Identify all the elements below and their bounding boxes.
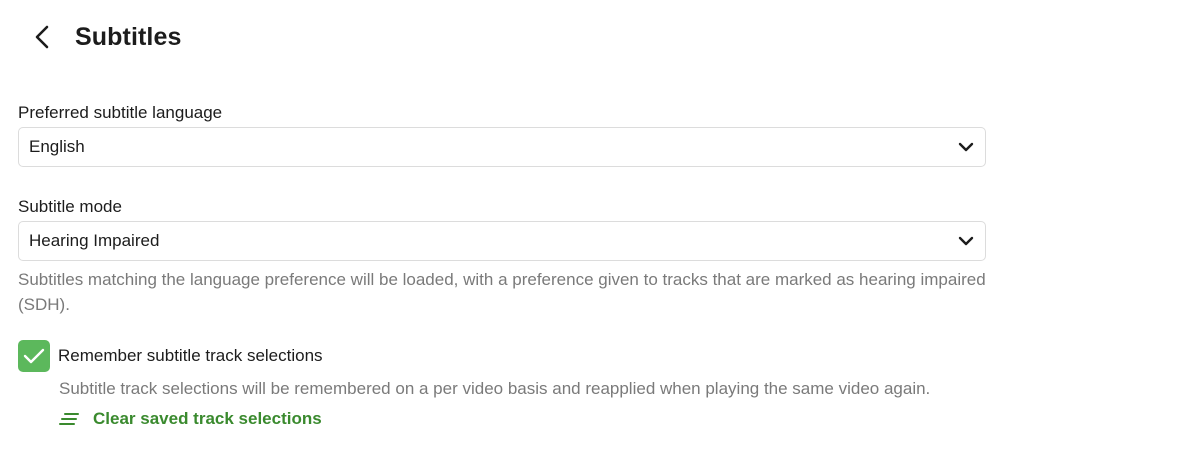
mode-select[interactable]: Hearing Impaired xyxy=(18,221,986,261)
chevron-left-icon xyxy=(35,25,49,49)
chevron-down-icon xyxy=(957,232,975,250)
chevron-down-icon xyxy=(957,138,975,156)
mode-label: Subtitle mode xyxy=(18,197,122,216)
page-header: Subtitles xyxy=(26,18,181,56)
checkmark-icon xyxy=(23,348,45,364)
clear-lines-icon xyxy=(59,412,81,426)
mode-select-value: Hearing Impaired xyxy=(29,231,160,250)
mode-help-text: Subtitles matching the language preferen… xyxy=(18,270,986,314)
remember-checkbox[interactable] xyxy=(18,340,50,372)
clear-selections-button[interactable]: Clear saved track selections xyxy=(59,407,322,431)
language-select[interactable]: English xyxy=(18,127,986,167)
language-select-value: English xyxy=(29,137,85,156)
remember-checkbox-label[interactable]: Remember subtitle track selections xyxy=(58,346,323,366)
remember-help-text: Subtitle track selections will be rememb… xyxy=(59,379,931,398)
clear-selections-label: Clear saved track selections xyxy=(93,409,322,428)
language-label: Preferred subtitle language xyxy=(18,103,223,122)
back-button[interactable] xyxy=(26,19,58,55)
page-title: Subtitles xyxy=(75,22,182,51)
